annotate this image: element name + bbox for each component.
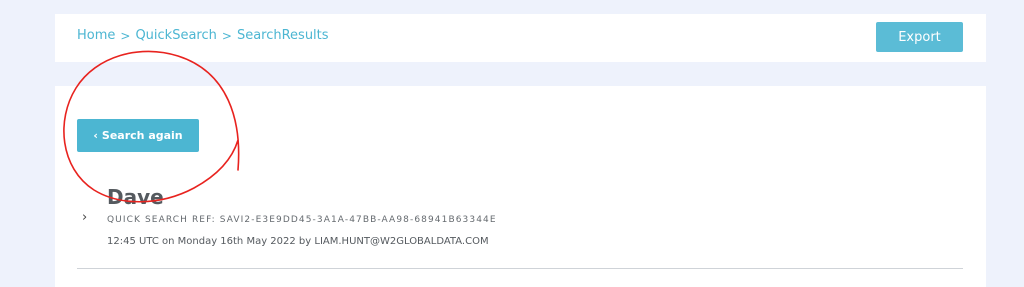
top-bar: Home > QuickSearch > SearchResults Expor… bbox=[55, 14, 986, 62]
breadcrumb-separator: > bbox=[120, 28, 131, 43]
breadcrumb-separator: > bbox=[221, 28, 232, 43]
chevron-right-icon[interactable]: › bbox=[82, 210, 87, 225]
page: Home > QuickSearch > SearchResults Expor… bbox=[0, 0, 1024, 287]
chevron-left-icon: ‹ bbox=[93, 129, 98, 142]
search-again-button[interactable]: ‹ Search again bbox=[77, 119, 199, 152]
quick-search-ref: QUICK SEARCH REF: SAVI2-E3E9DD45-3A1A-47… bbox=[107, 215, 497, 225]
result-title: Dave bbox=[107, 185, 164, 209]
breadcrumb-home[interactable]: Home bbox=[77, 28, 115, 43]
results-panel: ‹ Search again Dave › QUICK SEARCH REF: … bbox=[55, 86, 986, 287]
breadcrumb: Home > QuickSearch > SearchResults bbox=[77, 28, 329, 43]
export-button[interactable]: Export bbox=[876, 22, 963, 52]
breadcrumb-quicksearch[interactable]: QuickSearch bbox=[135, 28, 216, 43]
breadcrumb-searchresults[interactable]: SearchResults bbox=[237, 28, 329, 43]
divider bbox=[77, 268, 963, 269]
result-meta: 12:45 UTC on Monday 16th May 2022 by LIA… bbox=[107, 236, 489, 247]
search-again-label: Search again bbox=[101, 129, 183, 142]
